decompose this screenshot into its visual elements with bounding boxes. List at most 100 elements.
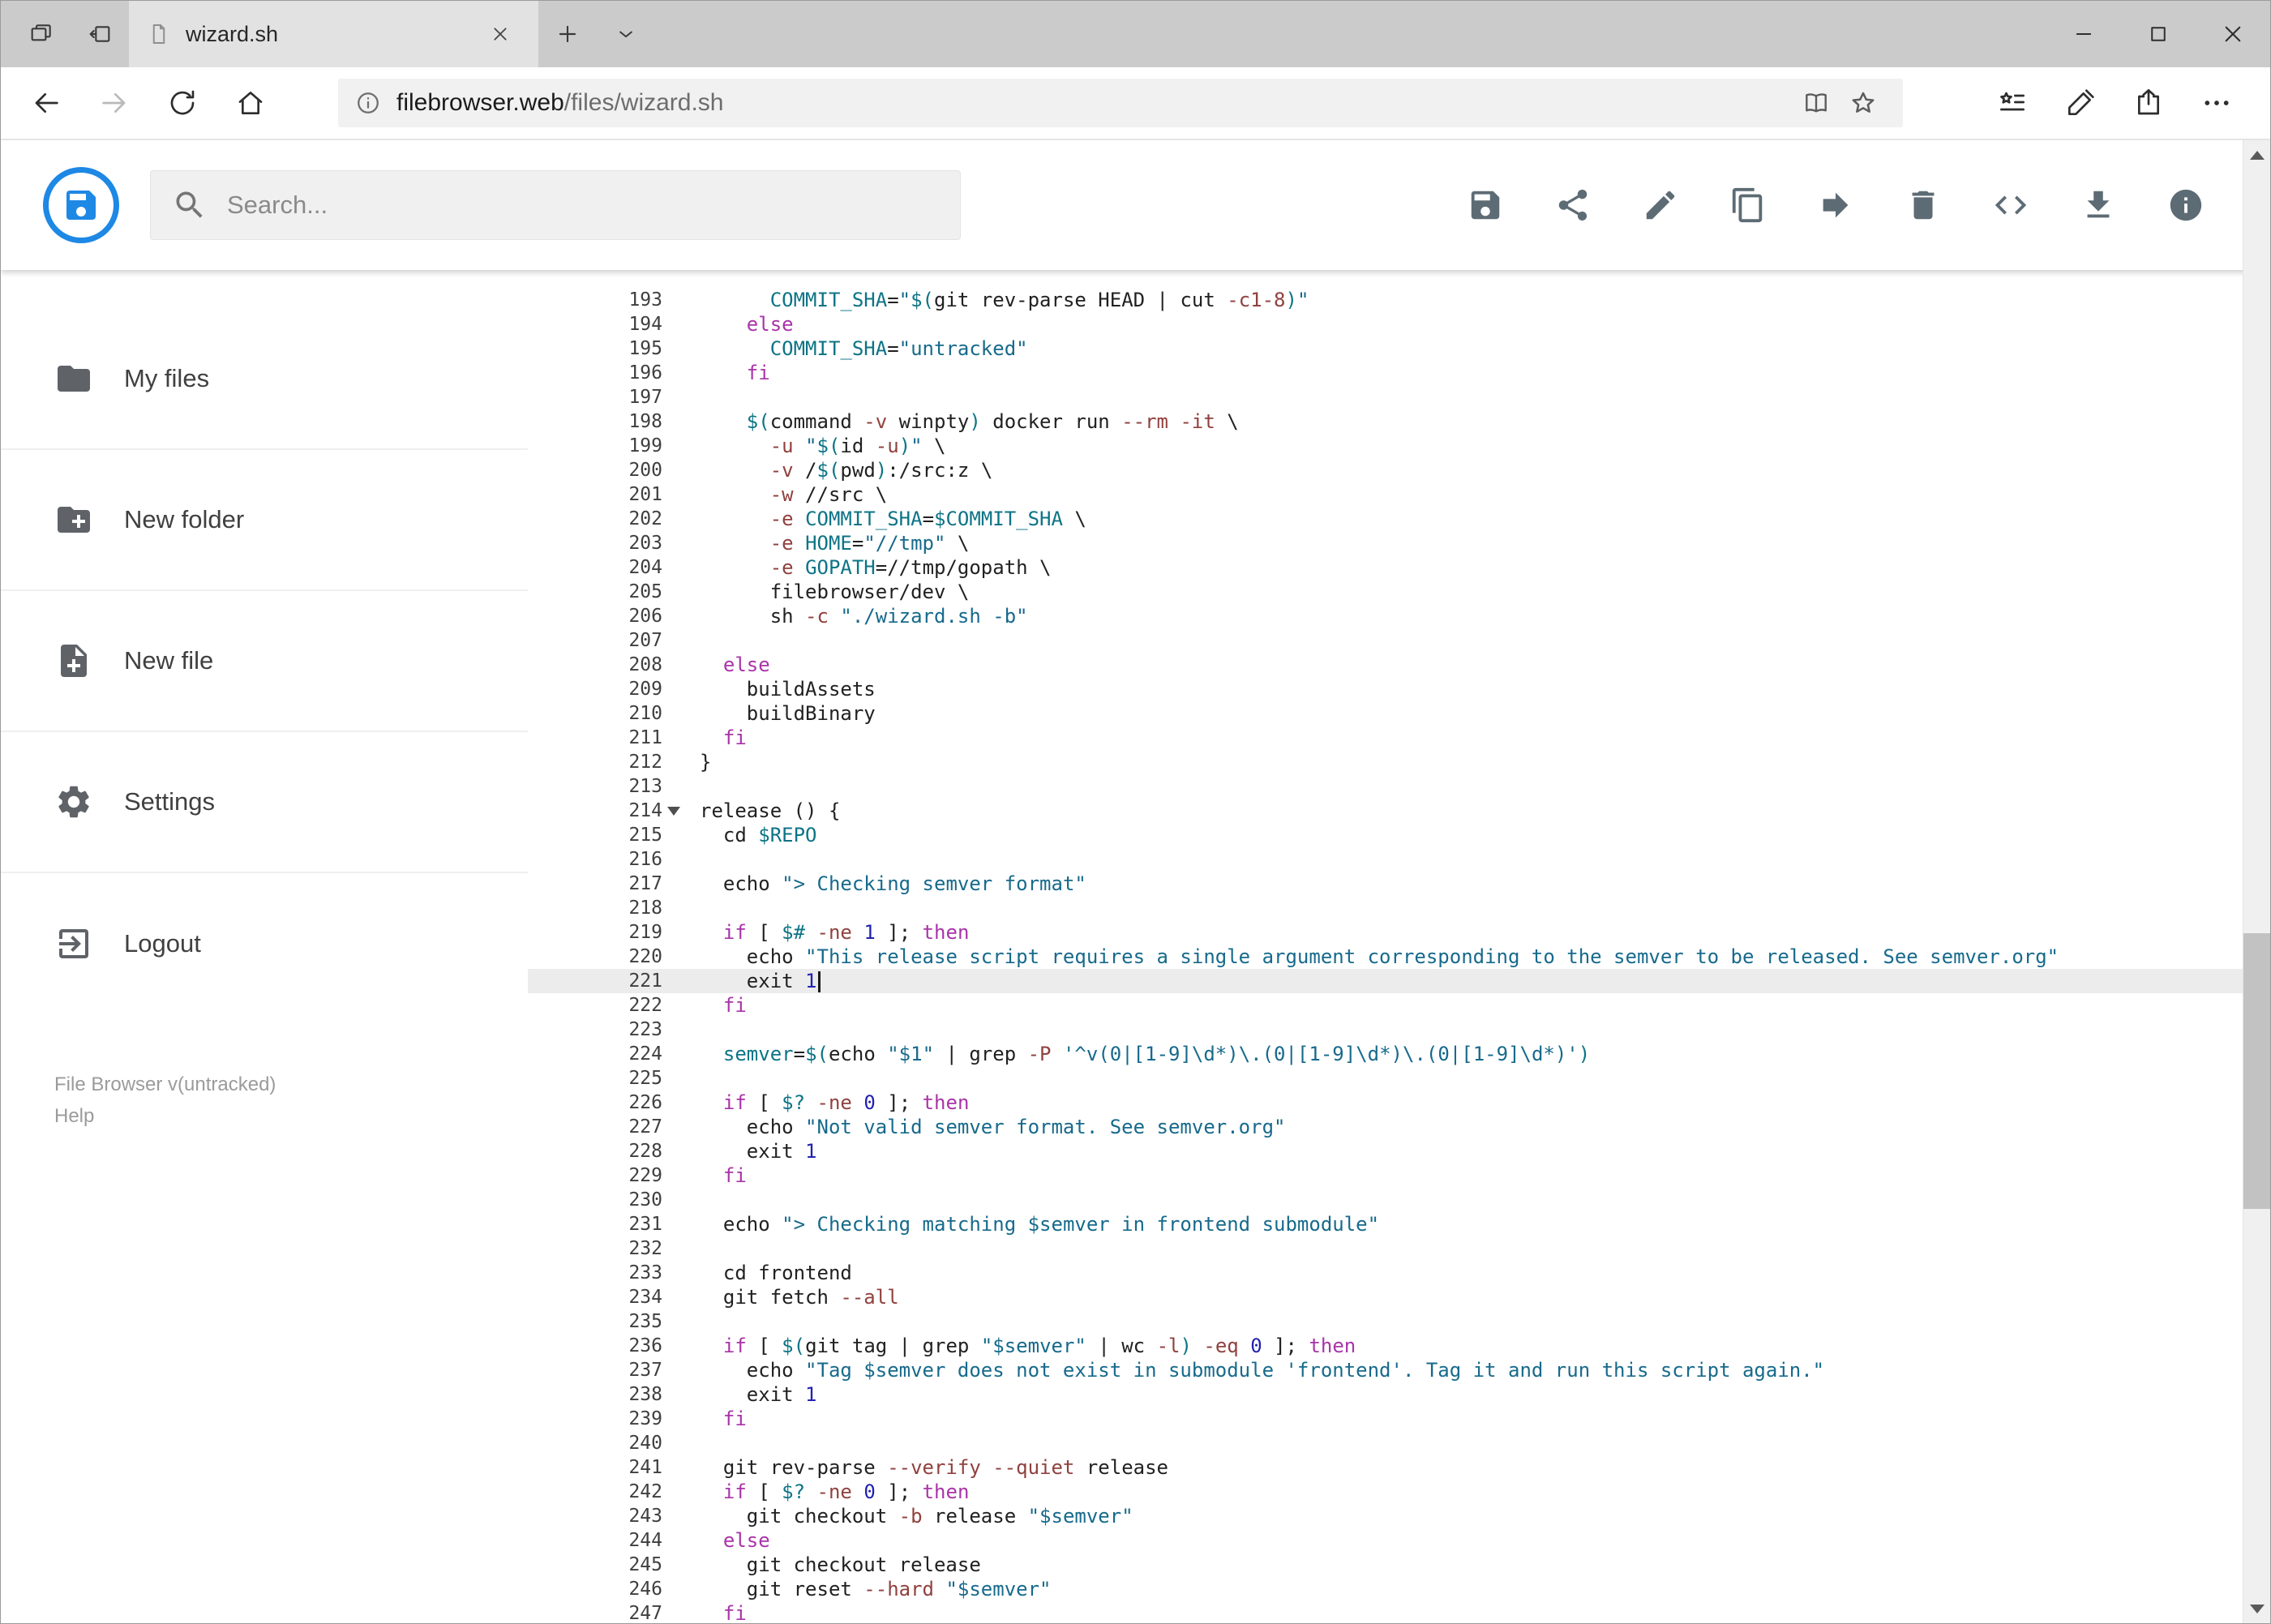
code-line[interactable]: 207 [528,628,2243,653]
address-bar[interactable]: filebrowser.web/files/wizard.sh [338,79,1903,127]
code-line[interactable]: 199 -u "$(id -u)" \ [528,434,2243,458]
code-line[interactable]: 223 [528,1018,2243,1042]
favorites-hub-button[interactable] [1978,71,2046,135]
close-button[interactable] [2196,1,2270,67]
set-tabs-aside-button[interactable] [71,1,129,67]
code-line[interactable]: 238 exit 1 [528,1382,2243,1407]
code-line[interactable]: 214 release () { [528,799,2243,823]
refresh-button[interactable] [148,71,216,135]
code-line[interactable]: 235 [528,1309,2243,1334]
code-line[interactable]: 193 COMMIT_SHA="$(git rev-parse HEAD | c… [528,288,2243,312]
scrollbar[interactable] [2243,140,2270,1623]
minimize-button[interactable] [2046,1,2121,67]
code-line[interactable]: 215 cd $REPO [528,823,2243,847]
code-line[interactable]: 241 git rev-parse --verify --quiet relea… [528,1455,2243,1480]
page-info-button[interactable] [354,89,382,117]
code-line[interactable]: 230 [528,1188,2243,1212]
browser-tab[interactable]: wizard.sh [129,1,538,67]
code-line[interactable]: 197 [528,385,2243,409]
search-input[interactable] [227,191,939,220]
code-line[interactable]: 226 if [ $? -ne 0 ]; then [528,1091,2243,1115]
code-line[interactable]: 196 fi [528,361,2243,385]
code-line[interactable]: 198 $(command -v winpty) docker run --rm… [528,409,2243,434]
sidebar-item-settings[interactable]: Settings [1,732,528,873]
code-line[interactable]: 232 [528,1236,2243,1261]
fold-toggle-icon[interactable] [667,807,680,816]
sidebar-item-logout[interactable]: Logout [1,873,528,1014]
scroll-up-icon[interactable] [2243,140,2270,169]
code-line[interactable]: 234 git fetch --all [528,1285,2243,1309]
sidebar-item-new-folder[interactable]: New folder [1,450,528,591]
code-line[interactable]: 231 echo "> Checking matching $semver in… [528,1212,2243,1236]
code-line[interactable]: 206 sh -c "./wizard.sh -b" [528,604,2243,628]
app-logo[interactable] [43,167,119,243]
share-button[interactable] [1537,169,1609,241]
code-line[interactable]: 202 -e COMMIT_SHA=$COMMIT_SHA \ [528,507,2243,531]
home-button[interactable] [216,71,285,135]
move-button[interactable] [1800,169,1871,241]
code-line[interactable]: 212} [528,750,2243,774]
delete-button[interactable] [1888,169,1959,241]
code-line[interactable]: 194 else [528,312,2243,336]
code-line[interactable]: 210 buildBinary [528,701,2243,726]
code-line[interactable]: 218 [528,896,2243,920]
code-line[interactable]: 229 fi [528,1163,2243,1188]
sidebar-item-my-files[interactable]: My files [1,309,528,450]
edit-button[interactable] [1625,169,1696,241]
more-menu-button[interactable] [2183,71,2251,135]
tab-close-button[interactable] [480,14,521,54]
code-line[interactable]: 245 git checkout release [528,1553,2243,1577]
help-link[interactable]: Help [54,1100,276,1132]
save-button[interactable] [1450,169,1521,241]
code-line[interactable]: 222 fi [528,993,2243,1018]
code-line[interactable]: 201 -w //src \ [528,482,2243,507]
maximize-button[interactable] [2121,1,2196,67]
code-line[interactable]: 224 semver=$(echo "$1" | grep -P '^v(0|[… [528,1042,2243,1066]
code-line[interactable]: 209 buildAssets [528,677,2243,701]
code-line[interactable]: 244 else [528,1528,2243,1553]
code-editor[interactable]: 193 COMMIT_SHA="$(git rev-parse HEAD | c… [528,270,2243,1623]
code-line[interactable]: 239 fi [528,1407,2243,1431]
code-line[interactable]: 228 exit 1 [528,1139,2243,1163]
code-line[interactable]: 217 echo "> Checking semver format" [528,872,2243,896]
raw-view-button[interactable] [1975,169,2046,241]
code-line[interactable]: 216 [528,847,2243,872]
scroll-down-icon[interactable] [2243,1594,2270,1623]
code-line[interactable]: 240 [528,1431,2243,1455]
code-line[interactable]: 211 fi [528,726,2243,750]
code-line[interactable]: 247 fi [528,1601,2243,1623]
forward-button[interactable] [80,71,148,135]
code-line[interactable]: 246 git reset --hard "$semver" [528,1577,2243,1601]
code-line[interactable]: 221 exit 1 [528,969,2243,993]
back-button[interactable] [12,71,80,135]
code-line[interactable]: 219 if [ $# -ne 1 ]; then [528,920,2243,945]
tab-list-button[interactable] [597,1,655,67]
code-line[interactable]: 200 -v /$(pwd):/src:z \ [528,458,2243,482]
code-line[interactable]: 203 -e HOME="//tmp" \ [528,531,2243,555]
code-line[interactable]: 205 filebrowser/dev \ [528,580,2243,604]
download-button[interactable] [2063,169,2134,241]
code-line[interactable]: 225 [528,1066,2243,1091]
code-line[interactable]: 242 if [ $? -ne 0 ]; then [528,1480,2243,1504]
add-favorite-button[interactable] [1840,81,1887,125]
code-line[interactable]: 213 [528,774,2243,799]
copy-button[interactable] [1712,169,1784,241]
scrollbar-thumb[interactable] [2243,933,2270,1209]
new-tab-button[interactable] [538,1,597,67]
code-line[interactable]: 236 if [ $(git tag | grep "$semver" | wc… [528,1334,2243,1358]
search-box[interactable] [150,170,961,240]
code-line[interactable]: 233 cd frontend [528,1261,2243,1285]
code-line[interactable]: 204 -e GOPATH=//tmp/gopath \ [528,555,2243,580]
info-button[interactable] [2150,169,2222,241]
browser-share-button[interactable] [2115,71,2183,135]
tab-preview-button[interactable] [12,1,71,67]
web-note-button[interactable] [2046,71,2115,135]
code-line[interactable]: 220 echo "This release script requires a… [528,945,2243,969]
code-line[interactable]: 227 echo "Not valid semver format. See s… [528,1115,2243,1139]
code-line[interactable]: 195 COMMIT_SHA="untracked" [528,336,2243,361]
sidebar-item-new-file[interactable]: New file [1,591,528,732]
reading-view-button[interactable] [1793,81,1840,125]
code-line[interactable]: 243 git checkout -b release "$semver" [528,1504,2243,1528]
code-line[interactable]: 208 else [528,653,2243,677]
code-line[interactable]: 237 echo "Tag $semver does not exist in … [528,1358,2243,1382]
